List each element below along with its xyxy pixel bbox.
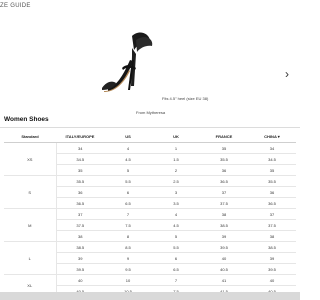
column-header: UK: [152, 130, 200, 143]
table-cell: 4.5: [104, 153, 152, 165]
table-cell: 6.5: [152, 263, 200, 275]
table-cell: 2: [152, 164, 200, 176]
table-cell: 39.5: [248, 263, 296, 275]
table-cell: 6: [152, 252, 200, 264]
table-cell: 1: [152, 142, 200, 154]
table-cell: 9.5: [104, 263, 152, 275]
column-header: ITALY/EUROPE: [56, 130, 104, 143]
table-cell: 37: [200, 186, 248, 198]
section-title: Women Shoes: [4, 116, 49, 123]
table-cell: 7: [104, 208, 152, 220]
table-cell: 36: [248, 186, 296, 198]
table-cell: 34: [56, 142, 104, 154]
table-cell: 36: [56, 186, 104, 198]
table-cell: 39.5: [200, 241, 248, 253]
column-header: Standard: [4, 130, 56, 143]
table-cell: 39.5: [56, 263, 104, 275]
table-row: L 38.5 8.5 5.5 39.5 38.5: [4, 241, 296, 275]
modal-title: ZE GUIDE: [0, 3, 31, 9]
table-cell: 4.5: [152, 219, 200, 231]
table-cell: 36.5: [248, 197, 296, 209]
size-table: Standard ITALY/EUROPE US UK FRANCE CHINA…: [4, 130, 296, 297]
table-header-row: Standard ITALY/EUROPE US UK FRANCE CHINA…: [4, 130, 296, 143]
table-cell: 36.5: [56, 197, 104, 209]
table-cell: 37.5: [56, 219, 104, 231]
table-cell: 5: [104, 164, 152, 176]
table-cell: 35.5: [56, 175, 104, 187]
standard-size-cell: M: [4, 208, 57, 242]
column-header: FRANCE: [200, 130, 248, 143]
source-label: From Mytheresa: [136, 110, 166, 115]
table-cell: 40: [248, 274, 296, 286]
table-cell: 1.5: [152, 153, 200, 165]
table-cell: 7: [152, 274, 200, 286]
table-cell: 39: [200, 230, 248, 242]
table-row: S 35.5 5.5 2.5 36.5 35.5: [4, 175, 296, 209]
table-cell: 6: [104, 186, 152, 198]
table-cell: 3.5: [152, 197, 200, 209]
table-cell: 37: [248, 208, 296, 220]
table-cell: 40: [200, 252, 248, 264]
fit-note: Fits 4.5" heel (size EU 38): [162, 96, 209, 101]
table-cell: 40: [56, 274, 104, 286]
table-cell: 4: [104, 142, 152, 154]
table-cell: 36.5: [200, 175, 248, 187]
table-cell: 41: [200, 274, 248, 286]
table-cell: 5.5: [152, 241, 200, 253]
table-cell: 5: [152, 230, 200, 242]
standard-size-cell: XS: [4, 142, 57, 176]
table-cell: 35: [248, 164, 296, 176]
column-header-china-dropdown[interactable]: CHINA ▾: [248, 130, 296, 143]
chevron-right-icon[interactable]: ›: [285, 68, 289, 80]
table-cell: 35: [56, 164, 104, 176]
table-cell: 34.5: [56, 153, 104, 165]
table-cell: 39: [56, 252, 104, 264]
table-cell: 34: [248, 142, 296, 154]
column-header: US: [104, 130, 152, 143]
product-image-area: Fits 4.5" heel (size EU 38) From Mythere…: [0, 12, 300, 116]
table-cell: 37.5: [248, 219, 296, 231]
table-cell: 38.5: [56, 241, 104, 253]
table-cell: 38.5: [200, 219, 248, 231]
table-cell: 38: [248, 230, 296, 242]
table-cell: 8: [104, 230, 152, 242]
table-cell: 10: [104, 274, 152, 286]
table-cell: 35.5: [200, 153, 248, 165]
table-cell: 8.5: [104, 241, 152, 253]
table-row: XS 34 4 1 35 34: [4, 142, 296, 176]
table-cell: 3: [152, 186, 200, 198]
table-cell: 37.5: [200, 197, 248, 209]
table-row: XL 40 10 7 41 40: [4, 274, 296, 297]
bottom-scroll-bar: [0, 292, 300, 300]
table-cell: 34.5: [248, 153, 296, 165]
table-cell: 2.5: [152, 175, 200, 187]
section-divider: [0, 127, 300, 128]
table-cell: 9: [104, 252, 152, 264]
table-cell: 38: [200, 208, 248, 220]
table-cell: 36: [200, 164, 248, 176]
standard-size-cell: S: [4, 175, 57, 209]
table-cell: 35: [200, 142, 248, 154]
table-cell: 4: [152, 208, 200, 220]
table-cell: 35.5: [248, 175, 296, 187]
table-cell: 38.5: [248, 241, 296, 253]
heeled-sandal-icon: [102, 32, 153, 92]
table-row: M 37 7 4 38 37: [4, 208, 296, 242]
table-cell: 37: [56, 208, 104, 220]
table-cell: 7.5: [104, 219, 152, 231]
table-cell: 38: [56, 230, 104, 242]
table-cell: 40.5: [200, 263, 248, 275]
standard-size-cell: L: [4, 241, 57, 275]
table-cell: 39: [248, 252, 296, 264]
table-cell: 6.5: [104, 197, 152, 209]
table-cell: 5.5: [104, 175, 152, 187]
